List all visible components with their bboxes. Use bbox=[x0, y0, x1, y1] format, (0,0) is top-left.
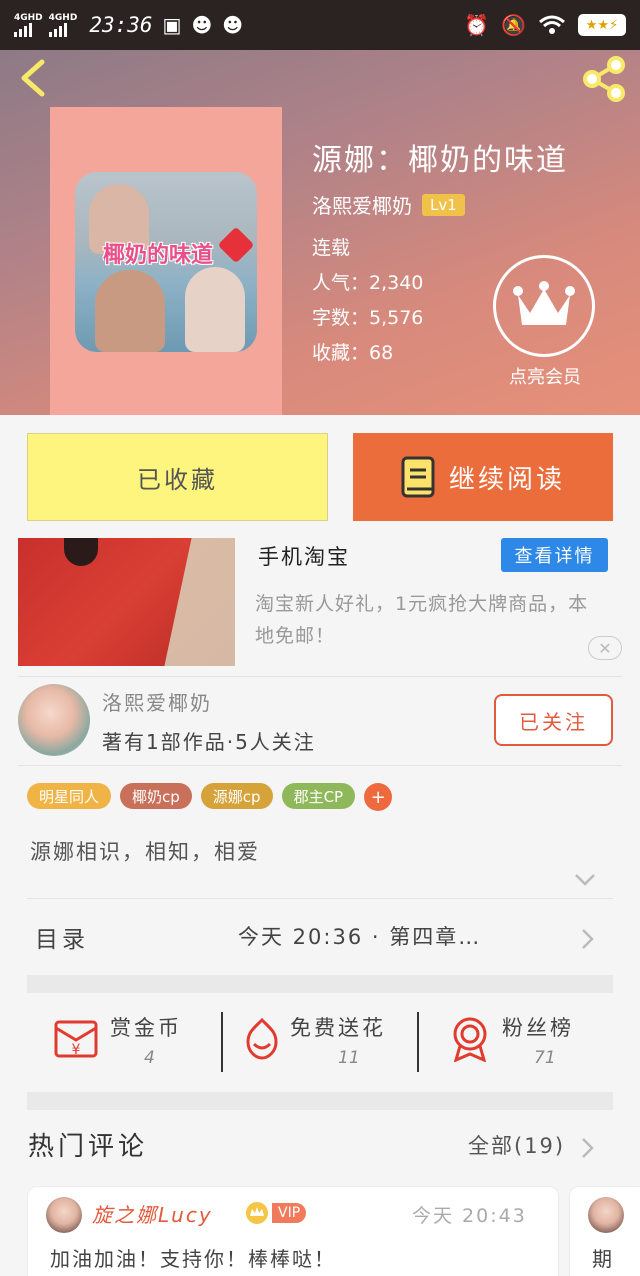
book-intro: 源娜相识，相知，相爱 bbox=[30, 840, 260, 864]
toc-latest-chapter[interactable]: 今天 20:36 · 第四章… bbox=[238, 921, 481, 951]
vip-crown-button[interactable] bbox=[493, 255, 595, 357]
toc-label[interactable]: 目录 bbox=[35, 920, 89, 954]
comment-card[interactable]: 旋之娜Lucy VIP 今天 20:43 加油加油！支持你！棒棒哒！ bbox=[27, 1186, 559, 1276]
favorites-count: 收藏：68 bbox=[312, 342, 394, 364]
comment-time: 今天 20:43 bbox=[412, 1205, 527, 1227]
book-icon bbox=[401, 456, 435, 498]
heart-icon bbox=[217, 226, 255, 264]
fan-ranking-label: 粉丝榜 bbox=[502, 1016, 574, 1040]
network-label-1: 4GHD bbox=[14, 13, 43, 23]
book-cover[interactable]: 椰奶的味道 bbox=[50, 107, 282, 415]
divider bbox=[18, 765, 622, 766]
chevron-down-icon[interactable] bbox=[574, 873, 596, 887]
add-tag-button[interactable]: + bbox=[364, 783, 393, 811]
signal-indicator-2: 4GHD bbox=[48, 13, 78, 37]
divider bbox=[417, 1012, 419, 1072]
chevron-right-icon[interactable] bbox=[581, 928, 595, 950]
tag-item[interactable]: 明星同人 bbox=[27, 783, 112, 809]
author-stats: 著有1部作品·5人关注 bbox=[102, 730, 316, 754]
popularity: 人气：2,340 bbox=[312, 272, 424, 294]
cover-title: 椰奶的味道 bbox=[103, 243, 214, 268]
fan-ranking-value: 71 bbox=[534, 1048, 556, 1068]
collected-button[interactable]: 已收藏 bbox=[27, 433, 328, 521]
commenter-avatar[interactable] bbox=[588, 1197, 624, 1233]
clock: 23:36 bbox=[89, 13, 153, 37]
author-name[interactable]: 洛熙爱椰奶 bbox=[312, 190, 412, 219]
book-header: 椰奶的味道 源娜：椰奶的味道 洛熙爱椰奶 Lv1 连载 人气：2,340 字数：… bbox=[0, 50, 640, 415]
commenter-avatar[interactable] bbox=[46, 1197, 82, 1233]
signal-bars-icon bbox=[14, 23, 32, 37]
free-flowers-button[interactable]: 免费送花 11 bbox=[238, 1010, 408, 1078]
tag-item[interactable]: 源娜cp bbox=[200, 783, 273, 809]
comment-text: 加油加油！支持你！棒棒哒！ bbox=[50, 1247, 336, 1271]
view-details-button[interactable]: 查看详情 bbox=[501, 538, 608, 572]
crown-icon bbox=[246, 1202, 268, 1224]
divider bbox=[221, 1012, 223, 1072]
reward-coins-button[interactable]: ¥ 赏金币 4 bbox=[52, 1010, 212, 1078]
status-bar: 4GHD 4GHD 23:36 ▣ ☻ ☻ ⏰ 🔕 ★★⚡ bbox=[0, 0, 640, 50]
ad-close-icon[interactable]: ✕ bbox=[588, 636, 622, 660]
wifi-icon bbox=[539, 15, 565, 34]
tag-item[interactable]: 郡主CP bbox=[281, 783, 356, 809]
section-separator bbox=[27, 1092, 613, 1110]
alarm-icon: ⏰ bbox=[464, 13, 490, 37]
medal-icon bbox=[453, 1017, 487, 1062]
red-envelope-icon: ¥ bbox=[54, 1020, 98, 1058]
signal-indicator-1: 4GHD bbox=[14, 13, 43, 37]
divider bbox=[18, 676, 622, 677]
qq-icon: ☻ bbox=[222, 13, 244, 37]
mute-icon: 🔕 bbox=[501, 13, 526, 37]
crown-icon bbox=[513, 281, 575, 325]
serial-status: 连载 bbox=[312, 237, 351, 259]
network-label-2: 4GHD bbox=[48, 13, 78, 23]
tag-list: 明星同人 椰奶cp 源娜cp 郡主CP + bbox=[27, 783, 393, 811]
author-line: 洛熙爱椰奶 Lv1 bbox=[312, 190, 465, 219]
phone-camera-icon bbox=[64, 538, 98, 566]
ad-image[interactable] bbox=[18, 538, 235, 666]
hot-comments-title: 热门评论 bbox=[28, 1132, 149, 1162]
commenter-name[interactable]: 旋之娜Lucy bbox=[92, 1199, 213, 1228]
tag-item[interactable]: 椰奶cp bbox=[120, 783, 192, 809]
section-separator bbox=[27, 975, 613, 993]
cover-image: 椰奶的味道 bbox=[75, 172, 257, 352]
continue-reading-button[interactable]: 继续阅读 bbox=[353, 433, 613, 521]
divider bbox=[27, 898, 613, 899]
qq-icon: ☻ bbox=[191, 13, 213, 37]
author-card-name[interactable]: 洛熙爱椰奶 bbox=[102, 687, 212, 716]
ad-title[interactable]: 手机淘宝 bbox=[258, 541, 350, 571]
battery-icon: ★★⚡ bbox=[578, 14, 626, 36]
app-notification-icon: ▣ bbox=[162, 13, 182, 37]
signal-bars-icon bbox=[48, 23, 67, 37]
svg-text:¥: ¥ bbox=[72, 1042, 81, 1058]
author-avatar[interactable] bbox=[18, 684, 90, 756]
follow-button[interactable]: 已关注 bbox=[494, 694, 613, 746]
fan-ranking-button[interactable]: 粉丝榜 71 bbox=[446, 1010, 596, 1078]
comment-text: 期 bbox=[592, 1247, 612, 1271]
level-badge: Lv1 bbox=[422, 193, 465, 216]
vip-badge: VIP bbox=[244, 1201, 307, 1225]
book-title: 源娜：椰奶的味道 bbox=[312, 143, 568, 178]
back-arrow-icon[interactable] bbox=[14, 58, 54, 98]
vip-label[interactable]: 点亮会员 bbox=[497, 363, 593, 389]
ad-description[interactable]: 淘宝新人好礼，1元疯抢大牌商品，本地免邮！ bbox=[255, 588, 595, 652]
chevron-right-icon[interactable] bbox=[581, 1137, 595, 1159]
continue-reading-label: 继续阅读 bbox=[448, 464, 565, 495]
flower-icon bbox=[246, 1017, 278, 1060]
share-icon[interactable] bbox=[580, 56, 628, 102]
free-flowers-label: 免费送花 bbox=[290, 1016, 386, 1040]
free-flowers-value: 11 bbox=[338, 1048, 360, 1068]
comment-card[interactable]: 期 bbox=[569, 1186, 640, 1276]
reward-coins-label: 赏金币 bbox=[110, 1016, 182, 1040]
word-count: 字数：5,576 bbox=[312, 307, 424, 329]
all-comments-link[interactable]: 全部(19) bbox=[468, 1130, 565, 1160]
reward-coins-value: 4 bbox=[144, 1048, 155, 1068]
